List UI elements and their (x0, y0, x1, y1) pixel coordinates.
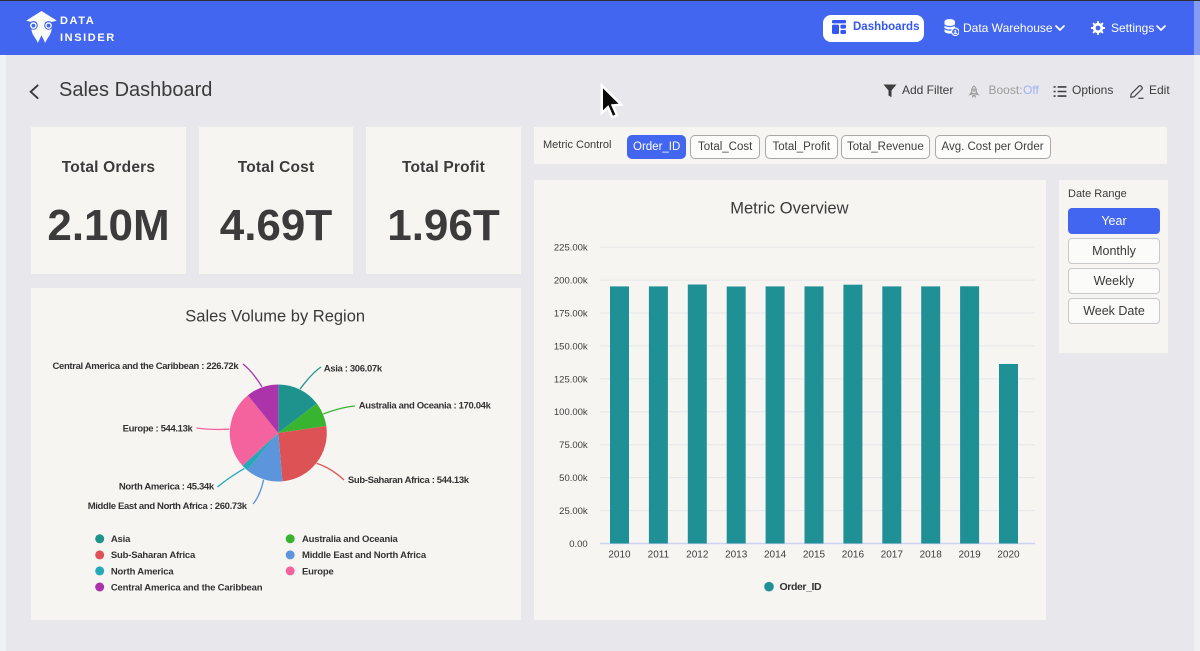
svg-text:2016: 2016 (842, 550, 865, 561)
svg-text:125.00k: 125.00k (554, 374, 588, 385)
svg-text:75.00k: 75.00k (559, 440, 588, 451)
svg-text:Middle East and North Africa: Middle East and North Africa (302, 550, 427, 561)
svg-text:Europe: Europe (302, 566, 334, 577)
svg-text:Asia: Asia (111, 534, 131, 545)
svg-text:200.00k: 200.00k (554, 276, 588, 287)
svg-text:North America : 45.34k: North America : 45.34k (119, 481, 215, 492)
svg-text:2020: 2020 (997, 550, 1020, 561)
svg-text:Central America and the Caribb: Central America and the Caribbean : 226.… (53, 361, 240, 372)
svg-text:2015: 2015 (803, 550, 826, 561)
svg-text:0.00: 0.00 (569, 539, 588, 550)
svg-text:50.00k: 50.00k (559, 473, 588, 484)
svg-text:Sub-Saharan Africa: Sub-Saharan Africa (111, 550, 196, 561)
svg-text:Asia : 306.07k: Asia : 306.07k (324, 364, 383, 375)
svg-text:Sales Volume by Region: Sales Volume by Region (185, 308, 365, 326)
svg-text:2014: 2014 (764, 550, 787, 561)
svg-text:150.00k: 150.00k (554, 341, 588, 352)
svg-text:Europe : 544.13k: Europe : 544.13k (123, 423, 194, 434)
svg-text:Australia and Oceania : 170.04: Australia and Oceania : 170.04k (359, 400, 492, 411)
svg-text:2013: 2013 (725, 550, 748, 561)
svg-text:25.00k: 25.00k (559, 506, 588, 517)
svg-text:Order_ID: Order_ID (780, 581, 823, 593)
svg-text:2011: 2011 (648, 550, 670, 561)
svg-text:2019: 2019 (958, 550, 981, 561)
svg-text:225.00k: 225.00k (554, 243, 588, 254)
svg-text:175.00k: 175.00k (554, 308, 588, 319)
svg-text:Middle East and North Africa :: Middle East and North Africa : 260.73k (88, 501, 248, 512)
svg-text:100.00k: 100.00k (554, 407, 588, 418)
svg-text:Sub-Saharan Africa : 544.13k: Sub-Saharan Africa : 544.13k (348, 475, 470, 486)
svg-text:2018: 2018 (920, 550, 943, 561)
svg-text:2017: 2017 (881, 550, 904, 561)
svg-text:Central America and the Caribb: Central America and the Caribbean (111, 582, 263, 593)
svg-text:Australia and Oceania: Australia and Oceania (302, 534, 399, 545)
svg-text:North America: North America (111, 566, 174, 577)
svg-text:Metric Overview: Metric Overview (730, 199, 848, 217)
svg-text:2012: 2012 (686, 550, 709, 561)
svg-text:2010: 2010 (608, 550, 631, 561)
